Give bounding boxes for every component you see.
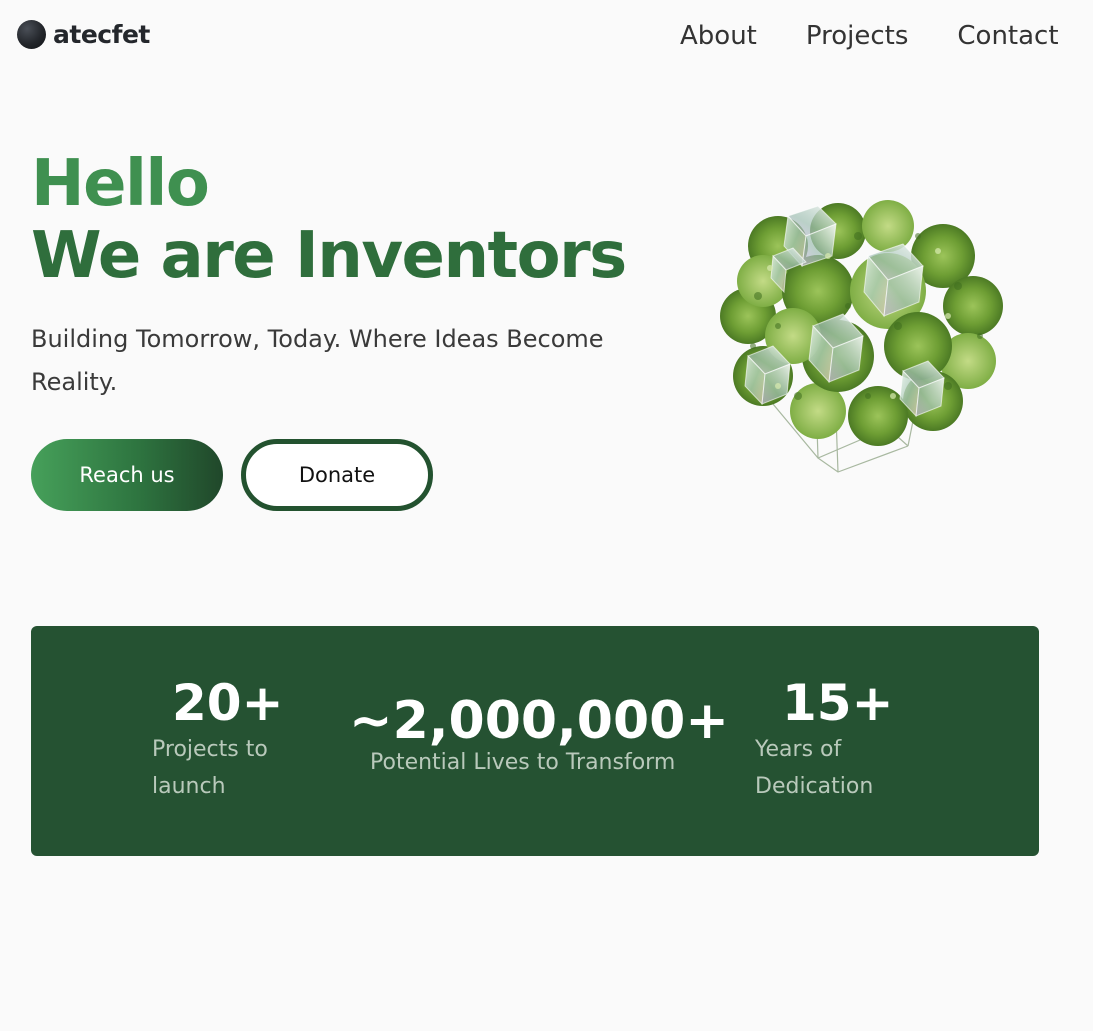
site-header: atecfet About Projects Contact [0,0,1093,76]
logo-link[interactable]: atecfet [17,20,150,49]
brand-name: atecfet [53,20,150,49]
stat-label: Potential Lives to Transform [370,750,676,775]
nav-item-about[interactable]: About [680,21,757,51]
nav-item-contact[interactable]: Contact [957,21,1058,51]
stat-value: 15+ [782,674,894,732]
stat-label: Projects to launch [152,737,268,799]
stat-projects: 20+ Projects to launch [152,675,302,805]
green-cube-icon [720,200,1003,473]
stat-value: 20+ [172,674,284,732]
stat-label: Years of Dedication [755,737,874,799]
stat-lives: ~2,000,000+ Potential Lives to Transform [349,693,729,781]
main-nav: About Projects Contact [680,21,1059,51]
hero-subtitle: Building Tomorrow, Today. Where Ideas Be… [31,325,604,396]
stat-years: 15+ Years of Dedication [755,675,905,805]
stat-value: ~2,000,000+ [349,691,729,751]
hero-cube-illustration [718,196,1004,480]
hero-title-line1: Hello [31,147,210,221]
hero-title-line2: We are Inventors [31,219,627,293]
logo-icon [17,20,46,49]
stats-panel: 20+ Projects to launch ~2,000,000+ Poten… [31,626,1039,856]
nav-item-projects[interactable]: Projects [806,21,909,51]
donate-button[interactable]: Donate [241,439,433,511]
reach-us-button[interactable]: Reach us [31,439,223,511]
hero-title: Hello We are Inventors [31,147,627,293]
